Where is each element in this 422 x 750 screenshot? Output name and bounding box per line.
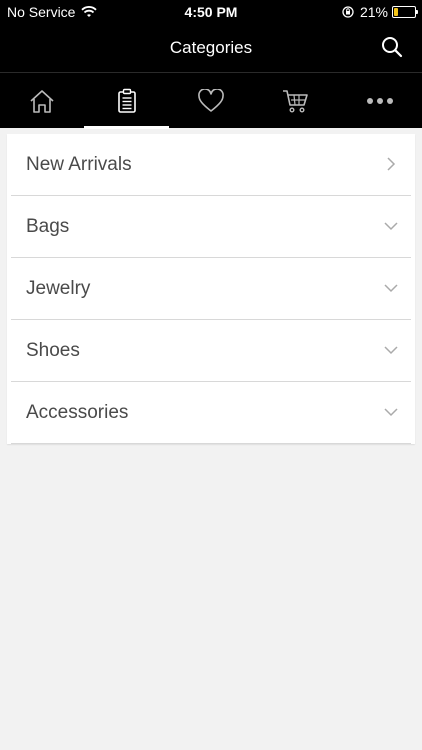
category-label: Shoes (26, 340, 80, 361)
status-bar: No Service 4:50 PM 21% (0, 0, 422, 24)
tab-favorites[interactable] (169, 73, 253, 129)
category-label: New Arrivals (26, 154, 132, 175)
battery-icon (392, 6, 418, 18)
chevron-down-icon (384, 408, 398, 417)
category-label: Bags (26, 216, 70, 237)
chevron-down-icon (384, 346, 398, 355)
tab-more[interactable] (338, 73, 422, 129)
chevron-down-icon (384, 222, 398, 231)
tab-bar (0, 72, 422, 129)
heart-icon (198, 89, 224, 112)
status-right: 21% (342, 4, 418, 20)
cart-icon (283, 90, 309, 113)
nav-bar: Categories (0, 24, 422, 72)
page-title: Categories (169, 38, 253, 57)
home-icon (30, 90, 54, 113)
category-shoes[interactable]: Shoes (11, 320, 411, 382)
orientation-lock-icon (342, 6, 354, 18)
chevron-right-icon (387, 157, 396, 171)
tab-cart[interactable] (253, 73, 337, 129)
tab-categories[interactable] (84, 73, 170, 129)
tab-home[interactable] (0, 73, 84, 129)
chevron-down-icon (384, 284, 398, 293)
search-icon[interactable] (380, 35, 404, 59)
battery-percent: 21% (359, 4, 388, 20)
battery-fill (394, 8, 399, 16)
clipboard-icon (117, 88, 136, 113)
more-icon (366, 98, 393, 104)
category-new-arrivals[interactable]: New Arrivals (11, 134, 411, 196)
category-list: New Arrivals Bags Jewelry Shoes Accessor… (7, 134, 415, 444)
category-label: Accessories (26, 402, 129, 423)
category-jewelry[interactable]: Jewelry (11, 258, 411, 320)
category-bags[interactable]: Bags (11, 196, 411, 258)
category-accessories[interactable]: Accessories (11, 382, 411, 444)
category-label: Jewelry (26, 278, 91, 299)
